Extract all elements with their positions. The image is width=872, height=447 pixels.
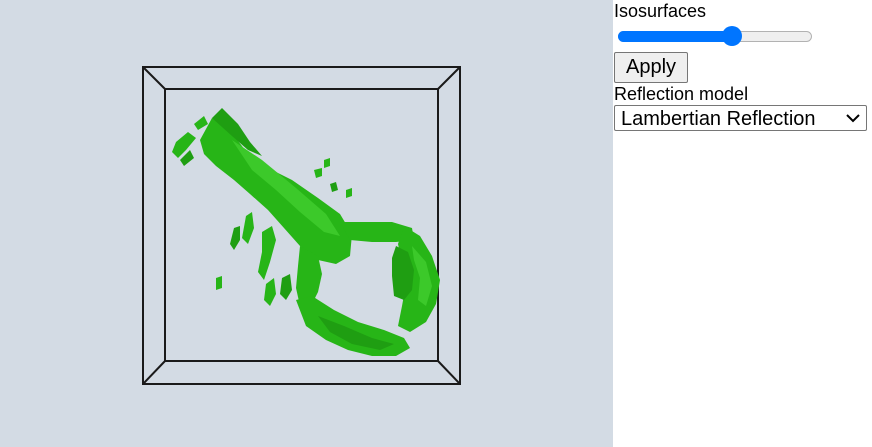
chevron-down-icon bbox=[846, 114, 860, 123]
apply-button[interactable]: Apply bbox=[614, 52, 688, 83]
isosurfaces-label: Isosurfaces bbox=[614, 1, 707, 21]
reflection-model-value: Lambertian Reflection bbox=[621, 108, 816, 130]
slider-fill bbox=[618, 31, 732, 42]
render-viewport[interactable] bbox=[0, 0, 613, 447]
reflection-model-label: Reflection model bbox=[614, 84, 749, 104]
reflection-model-select[interactable]: Lambertian Reflection bbox=[614, 105, 867, 131]
volume-render bbox=[142, 66, 461, 385]
slider-thumb[interactable] bbox=[722, 26, 742, 46]
isosurfaces-slider[interactable] bbox=[618, 26, 812, 46]
isosurface-shape bbox=[172, 108, 440, 356]
control-panel: Isosurfaces Apply Reflection model Lambe… bbox=[614, 0, 872, 447]
